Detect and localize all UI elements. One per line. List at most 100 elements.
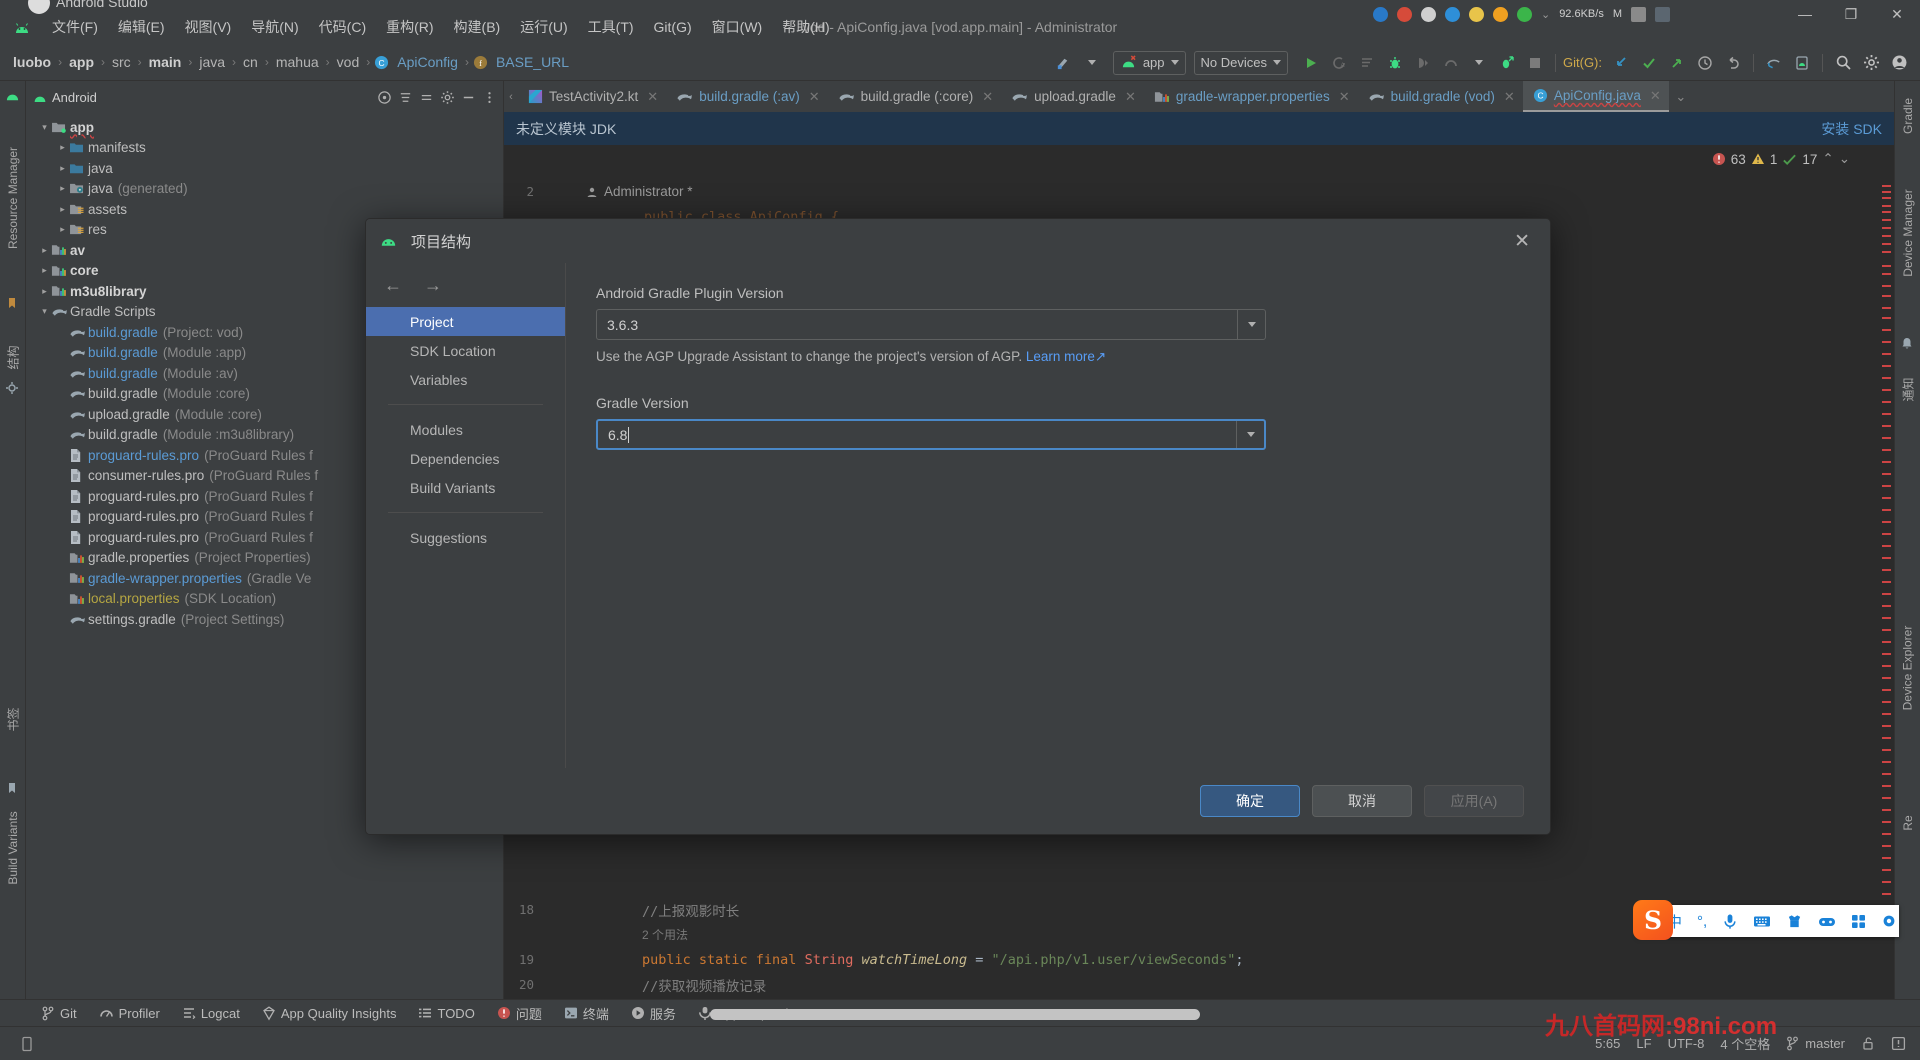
- build-icon[interactable]: [1051, 50, 1077, 76]
- breadcrumb-class[interactable]: C ApiConfig: [374, 53, 461, 71]
- cancel-button[interactable]: 取消: [1312, 785, 1412, 817]
- device-status-icon[interactable]: [20, 1036, 34, 1052]
- hide-panel-icon[interactable]: [461, 90, 476, 105]
- git-commit-icon[interactable]: [1636, 50, 1662, 76]
- disclosure-triangle-icon[interactable]: ▸: [56, 183, 69, 194]
- dialog-close-button[interactable]: ✕: [1506, 228, 1538, 255]
- rail-item-build-variants[interactable]: Build Variants: [6, 788, 20, 908]
- error-stripe-mark[interactable]: [1882, 425, 1891, 427]
- device-selector[interactable]: No Devices: [1194, 51, 1288, 75]
- error-stripe-mark[interactable]: [1882, 317, 1891, 319]
- breadcrumb-app[interactable]: app: [66, 53, 97, 71]
- tree-row[interactable]: ▸assets: [26, 199, 503, 220]
- error-stripe-mark[interactable]: [1882, 265, 1891, 267]
- rail-item-device-explorer[interactable]: Device Explorer: [1901, 601, 1915, 736]
- error-stripe-mark[interactable]: [1882, 701, 1891, 703]
- dialog-sidebar-item-build-variants[interactable]: Build Variants: [366, 473, 565, 502]
- dialog-sidebar-item-suggestions[interactable]: Suggestions: [366, 523, 565, 552]
- breadcrumb-luobo[interactable]: luobo: [10, 53, 54, 71]
- tool-window-button[interactable]: TODO: [407, 1004, 485, 1023]
- error-stripe-mark[interactable]: [1882, 401, 1891, 403]
- error-stripe-mark[interactable]: [1882, 821, 1891, 823]
- close-tab-icon[interactable]: ✕: [809, 89, 820, 105]
- error-stripe-mark[interactable]: [1882, 533, 1891, 535]
- menu-navigate[interactable]: 导航(N): [241, 13, 308, 41]
- menu-view[interactable]: 视图(V): [175, 13, 242, 41]
- rail-item-gradle[interactable]: Gradle: [1901, 86, 1915, 146]
- disclosure-triangle-icon[interactable]: ▸: [56, 163, 69, 174]
- error-stripe-mark[interactable]: [1882, 869, 1891, 871]
- error-stripe-mark[interactable]: [1882, 273, 1891, 275]
- error-stripe-mark[interactable]: [1882, 205, 1891, 207]
- error-stripe-mark[interactable]: [1882, 413, 1891, 415]
- error-stripe-mark[interactable]: [1882, 725, 1891, 727]
- editor-tab-strip[interactable]: ‹ TestActivity2.kt✕build.gradle (:av)✕bu…: [504, 81, 1894, 112]
- menu-window[interactable]: 窗口(W): [702, 13, 773, 41]
- git-branch-widget[interactable]: master: [1786, 1036, 1845, 1051]
- tool-window-button[interactable]: App Quality Insights: [251, 1004, 408, 1023]
- error-stripe-mark[interactable]: [1882, 557, 1891, 559]
- menu-help[interactable]: 帮助(H): [772, 13, 839, 41]
- disclosure-triangle-icon[interactable]: ▸: [56, 204, 69, 215]
- keyboard-icon[interactable]: [1753, 914, 1771, 928]
- error-stripe-mark[interactable]: [1882, 211, 1891, 213]
- breadcrumb-vod[interactable]: vod: [334, 53, 363, 71]
- error-stripe-mark[interactable]: [1882, 243, 1891, 245]
- undo-icon[interactable]: [1720, 50, 1746, 76]
- error-stripe-mark[interactable]: [1882, 251, 1891, 253]
- unlocked-icon[interactable]: [1861, 1036, 1875, 1051]
- tool-window-button[interactable]: Profiler: [88, 1004, 171, 1023]
- error-stripe-mark[interactable]: [1882, 365, 1891, 367]
- gradle-version-combobox[interactable]: 6.8: [596, 419, 1266, 450]
- error-stripe-mark[interactable]: [1882, 737, 1891, 739]
- error-stripe-mark[interactable]: [1882, 341, 1891, 343]
- dialog-sidebar-item-project[interactable]: Project: [366, 307, 565, 336]
- error-stripe-mark[interactable]: [1882, 689, 1891, 691]
- error-stripe-mark[interactable]: [1882, 845, 1891, 847]
- tree-row[interactable]: ▸java(generated): [26, 179, 503, 200]
- breadcrumb-field[interactable]: f BASE_URL: [473, 53, 572, 71]
- settings-icon[interactable]: [1858, 50, 1884, 76]
- close-tab-icon[interactable]: ✕: [1504, 89, 1515, 105]
- close-tab-icon[interactable]: ✕: [982, 89, 993, 105]
- breadcrumb-cn[interactable]: cn: [240, 53, 261, 71]
- skin-icon[interactable]: [1786, 914, 1803, 929]
- profiler-dropdown-icon[interactable]: [1466, 50, 1492, 76]
- apply-changes-icon[interactable]: [1494, 50, 1520, 76]
- error-stripe-mark[interactable]: [1882, 473, 1891, 475]
- inspection-widget[interactable]: 63 1 17 ⌃ ⌄: [1712, 151, 1850, 167]
- close-tab-icon[interactable]: ✕: [1339, 89, 1350, 105]
- account-icon[interactable]: [1886, 50, 1912, 76]
- git-push-icon[interactable]: [1664, 50, 1690, 76]
- chevron-up-icon[interactable]: ⌃: [1822, 151, 1833, 167]
- error-stripe-mark[interactable]: [1882, 857, 1891, 859]
- gradle-version-dropdown-arrow[interactable]: [1236, 421, 1264, 448]
- error-stripe-mark[interactable]: [1882, 329, 1891, 331]
- tree-row[interactable]: ▸java: [26, 158, 503, 179]
- nav-forward-button[interactable]: →: [424, 275, 442, 296]
- close-tab-icon[interactable]: ✕: [1125, 89, 1136, 105]
- tool-window-button[interactable]: 问题: [486, 1002, 553, 1025]
- ime-settings-icon[interactable]: [1881, 913, 1897, 929]
- editor-tab[interactable]: CApiConfig.java✕: [1523, 81, 1669, 112]
- error-stripe-mark[interactable]: [1882, 485, 1891, 487]
- error-stripe-mark[interactable]: [1882, 797, 1891, 799]
- error-stripe-mark[interactable]: [1882, 749, 1891, 751]
- mic-icon[interactable]: [1722, 913, 1738, 930]
- tool-window-button[interactable]: Git: [30, 1004, 88, 1023]
- tabs-scroll-left-icon[interactable]: ‹: [504, 81, 518, 112]
- error-stripe-mark[interactable]: [1882, 449, 1891, 451]
- project-view-icon[interactable]: [5, 89, 21, 105]
- rail-item-device-manager[interactable]: Device Manager: [1901, 168, 1915, 298]
- nav-back-button[interactable]: ←: [384, 275, 402, 296]
- error-stripe-mark[interactable]: [1882, 581, 1891, 583]
- collapse-all-icon[interactable]: [419, 90, 434, 105]
- expand-all-icon[interactable]: [398, 90, 413, 105]
- git-update-icon[interactable]: [1608, 50, 1634, 76]
- rail-item-bookmarks[interactable]: 书签: [5, 694, 22, 746]
- menu-tools[interactable]: 工具(T): [578, 13, 644, 41]
- error-stripe-mark[interactable]: [1882, 307, 1891, 309]
- error-stripe-mark[interactable]: [1882, 545, 1891, 547]
- rail-item-notifications[interactable]: 通知: [1900, 364, 1917, 416]
- event-log-icon[interactable]: [1891, 1036, 1906, 1051]
